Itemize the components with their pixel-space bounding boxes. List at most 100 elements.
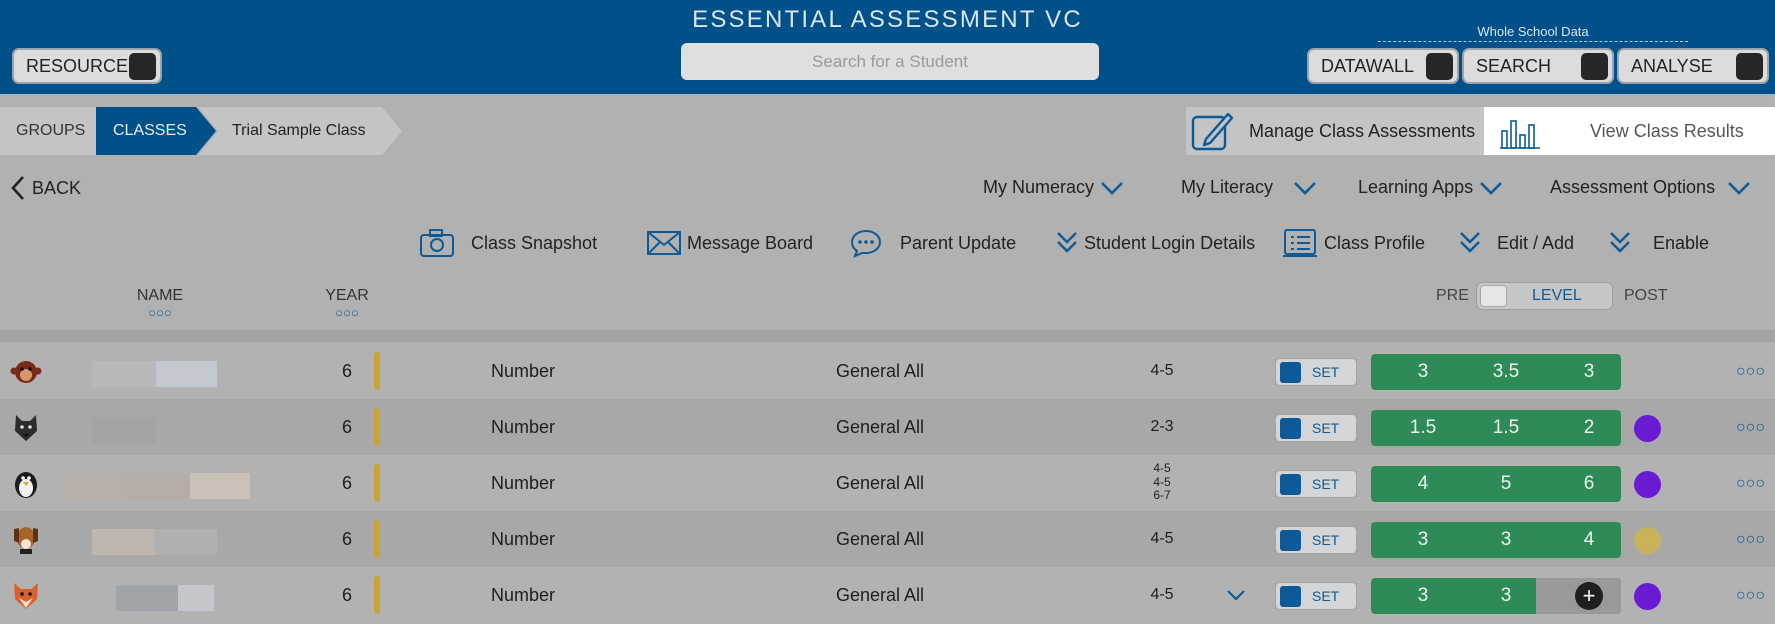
- add-score-icon[interactable]: +: [1575, 582, 1603, 610]
- student-name-redacted[interactable]: [156, 417, 217, 443]
- row-more-options-icon[interactable]: ○○○: [1736, 419, 1765, 437]
- datawall-button[interactable]: DATAWALL: [1307, 48, 1459, 84]
- edit-icon: [1191, 112, 1234, 151]
- chevron-down-icon: [1101, 181, 1123, 195]
- menu-my-literacy[interactable]: My Literacy: [1181, 177, 1317, 198]
- student-name-redacted[interactable]: [92, 361, 156, 387]
- datawall-label: DATAWALL: [1321, 55, 1415, 76]
- search-label: SEARCH: [1476, 55, 1552, 76]
- view-class-results-button[interactable]: View Class Results: [1484, 107, 1775, 155]
- score-bar[interactable]: 4 5 6: [1371, 466, 1621, 502]
- strand-value[interactable]: Number: [491, 567, 555, 623]
- enable-button[interactable]: Enable: [1609, 226, 1709, 260]
- class-profile-button[interactable]: Class Profile: [1282, 226, 1425, 260]
- student-name-redacted[interactable]: [66, 473, 126, 499]
- menu-my-numeracy[interactable]: My Numeracy: [983, 177, 1124, 198]
- menu-assessment-options[interactable]: Assessment Options: [1550, 177, 1751, 198]
- set-toggle[interactable]: SET: [1275, 470, 1357, 498]
- back-button[interactable]: BACK: [10, 174, 81, 202]
- menu-learning-apps[interactable]: Learning Apps: [1358, 177, 1503, 198]
- score-value: 1.5: [1409, 417, 1437, 438]
- row-more-options-icon[interactable]: ○○○: [1736, 587, 1765, 605]
- chevron-down-icon[interactable]: [1226, 589, 1246, 601]
- score-bar[interactable]: 3 3.5 3: [1371, 354, 1621, 390]
- student-name-redacted[interactable]: [92, 417, 156, 443]
- year-column-header[interactable]: YEAR ○○○: [297, 287, 397, 320]
- score-value: 3: [1500, 529, 1512, 550]
- pre-label: PRE: [1436, 287, 1469, 304]
- assessment-value[interactable]: General All: [836, 343, 924, 399]
- set-toggle[interactable]: SET: [1275, 414, 1357, 442]
- more-dots-icon[interactable]: ○○○: [297, 305, 397, 320]
- student-name-redacted[interactable]: [190, 473, 250, 499]
- table-row[interactable]: 6 Number General All 4-5 SET 3 3 4 ○○○: [0, 511, 1775, 567]
- student-name-redacted[interactable]: [92, 529, 154, 555]
- score-value: 1.5: [1492, 417, 1520, 438]
- manage-class-assessments-button[interactable]: Manage Class Assessments: [1186, 107, 1484, 155]
- double-chevron-down-icon: [1610, 232, 1630, 253]
- assessment-value[interactable]: General All: [836, 399, 924, 455]
- strand-value[interactable]: Number: [491, 343, 555, 399]
- set-toggle[interactable]: SET: [1275, 358, 1357, 386]
- table-row[interactable]: 6 Number General All 4-5 4-5 6-7 SET 4 5 6 ○○○: [0, 455, 1775, 511]
- set-toggle-knob: [1280, 362, 1301, 383]
- pre-post-level-toggle[interactable]: LEVEL: [1476, 282, 1613, 310]
- class-snapshot-button[interactable]: Class Snapshot: [419, 226, 597, 260]
- breadcrumb-current-class: Trial Sample Class: [232, 122, 366, 139]
- post-label: POST: [1624, 287, 1668, 304]
- year-indicator-bar: [374, 352, 380, 390]
- student-name-redacted[interactable]: [156, 361, 217, 387]
- level-range: 2-3: [1150, 418, 1174, 435]
- student-name-redacted[interactable]: [178, 585, 214, 611]
- bar-chart-icon: [1500, 120, 1540, 149]
- set-label: SET: [1312, 476, 1340, 492]
- score-bar[interactable]: 1.5 1.5 2: [1371, 410, 1621, 446]
- edit-add-button[interactable]: Edit / Add: [1459, 226, 1574, 260]
- student-name-redacted[interactable]: [154, 529, 217, 555]
- back-label: BACK: [32, 177, 82, 198]
- score-bar[interactable]: 3 3 4: [1371, 522, 1621, 558]
- penguin-avatar-icon: [15, 472, 37, 498]
- strand-value[interactable]: Number: [491, 399, 555, 455]
- student-login-details-button[interactable]: Student Login Details: [1056, 226, 1255, 260]
- strand-value[interactable]: Number: [491, 455, 555, 511]
- set-label: SET: [1312, 364, 1340, 380]
- enable-label: Enable: [1653, 232, 1710, 253]
- resources-button[interactable]: RESOURCES: [12, 48, 162, 84]
- student-name-redacted[interactable]: [126, 473, 190, 499]
- table-row[interactable]: 6 Number General All 2-3 SET 1.5 1.5 2 ○○○: [0, 399, 1775, 455]
- score-value: 3: [1417, 361, 1429, 382]
- set-label: SET: [1312, 588, 1340, 604]
- table-row[interactable]: 6 Number General All 4-5 SET 3 3 + ○○○: [0, 567, 1775, 623]
- name-column-header[interactable]: NAME ○○○: [110, 287, 210, 320]
- class-snapshot-label: Class Snapshot: [471, 232, 598, 253]
- score-value: 2: [1583, 417, 1595, 438]
- year-value: 6: [341, 417, 352, 437]
- strand-value[interactable]: Number: [491, 511, 555, 567]
- breadcrumb-groups[interactable]: GROUPS: [16, 107, 85, 155]
- student-search-input[interactable]: Search for a Student: [681, 43, 1099, 80]
- status-dot-icon: [1634, 527, 1661, 554]
- breadcrumb-classes[interactable]: CLASSES: [113, 107, 187, 155]
- search-button[interactable]: SEARCH: [1462, 48, 1614, 84]
- level-range: 4-5: [1150, 362, 1174, 379]
- table-row[interactable]: 6 Number General All 4-5 SET 3 3.5 3 ○○○: [0, 343, 1775, 399]
- assessment-value[interactable]: General All: [836, 511, 924, 567]
- set-toggle[interactable]: SET: [1275, 526, 1357, 554]
- set-toggle[interactable]: SET: [1275, 582, 1357, 610]
- row-more-options-icon[interactable]: ○○○: [1736, 531, 1765, 549]
- row-more-options-icon[interactable]: ○○○: [1736, 475, 1765, 493]
- monkey-avatar-icon: [10, 361, 42, 383]
- fox-avatar-icon: [14, 583, 38, 609]
- student-name-redacted[interactable]: [116, 585, 178, 611]
- message-board-button[interactable]: Message Board: [647, 226, 813, 260]
- assessment-value[interactable]: General All: [836, 567, 924, 623]
- year-indicator-bar: [374, 408, 380, 446]
- level-range: 4-5: [1150, 530, 1174, 547]
- parent-update-button[interactable]: Parent Update: [850, 226, 1016, 260]
- analyse-button[interactable]: ANALYSE: [1617, 48, 1769, 84]
- assessment-value[interactable]: General All: [836, 455, 924, 511]
- score-bar[interactable]: 3 3 +: [1371, 578, 1621, 614]
- row-more-options-icon[interactable]: ○○○: [1736, 363, 1765, 381]
- more-dots-icon[interactable]: ○○○: [110, 305, 210, 320]
